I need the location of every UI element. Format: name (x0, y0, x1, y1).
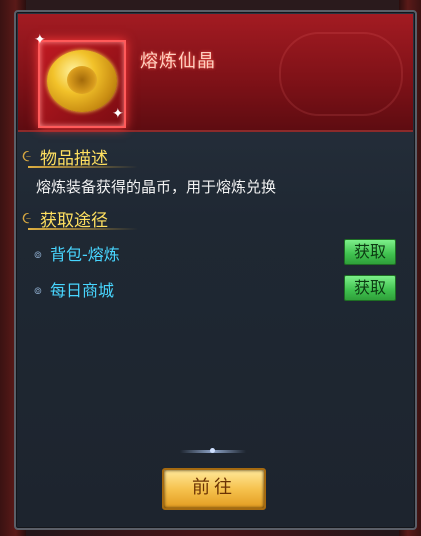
source-label[interactable]: 背包-熔炼 (50, 241, 120, 265)
gold-coin-icon (47, 50, 117, 112)
item-info-popup: ✦ ✦ 熔炼仙晶 ૯ 物品描述 熔炼装备获得的晶币，用于熔炼兑换 ૯ 获取途径 … (14, 10, 417, 530)
page-dot (210, 448, 215, 453)
sparkle-icon: ✦ (112, 106, 124, 122)
get-button-daily-shop[interactable]: 获取 (344, 275, 396, 301)
source-row-bag-smelt: ๏ 背包-熔炼 获取 (34, 239, 404, 266)
source-row-daily-shop: ๏ 每日商城 获取 (34, 275, 404, 302)
item-icon-frame: ✦ ✦ (34, 32, 126, 128)
page-indicator (180, 448, 246, 453)
item-description: 熔炼装备获得的晶币，用于熔炼兑换 (36, 178, 277, 196)
section-swirl-icon: ૯ (22, 146, 32, 165)
bullet-icon: ๏ (34, 283, 42, 298)
popup-header: ✦ ✦ 熔炼仙晶 (18, 14, 413, 132)
go-button[interactable]: 前往 (162, 468, 266, 510)
header-decoration (279, 32, 403, 116)
source-label[interactable]: 每日商城 (50, 277, 114, 301)
get-button-bag-smelt[interactable]: 获取 (344, 239, 396, 265)
sparkle-icon: ✦ (34, 32, 46, 48)
item-name: 熔炼仙晶 (140, 51, 216, 72)
sources-heading-underline (28, 228, 138, 230)
section-swirl-icon: ૯ (22, 208, 32, 227)
bullet-icon: ๏ (34, 247, 42, 262)
coin-emblem (67, 66, 97, 94)
description-heading-underline (28, 166, 138, 168)
